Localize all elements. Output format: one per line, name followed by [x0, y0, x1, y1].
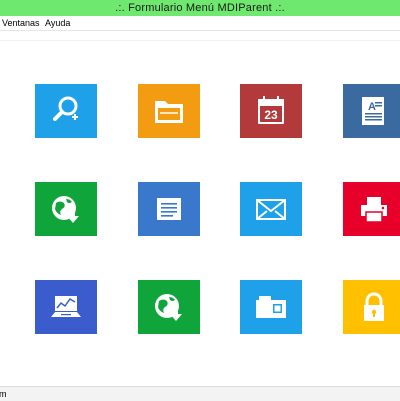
folder-tile[interactable]	[138, 84, 200, 138]
card-icon	[256, 296, 286, 318]
document-tile[interactable]: A	[343, 84, 400, 138]
laptop-chart-icon	[51, 296, 81, 317]
card-tile[interactable]	[240, 280, 302, 334]
menu-ventanas[interactable]: Ventanas	[2, 16, 40, 30]
status-bar: om	[0, 386, 400, 401]
menu-bar: Ventanas Ayuda	[0, 16, 400, 30]
menu-separator	[0, 30, 400, 31]
calendar-day: 23	[264, 108, 278, 122]
printer-tile[interactable]	[343, 182, 400, 236]
globe-download-tile[interactable]	[35, 182, 97, 236]
search-icon	[53, 96, 78, 121]
folder-icon	[155, 101, 183, 123]
svg-text:A: A	[368, 101, 376, 113]
mail-icon	[256, 199, 286, 220]
status-text: om	[0, 389, 7, 399]
laptop-chart-tile[interactable]	[35, 280, 97, 334]
document-icon: A	[362, 97, 384, 125]
search-tile[interactable]	[35, 84, 97, 138]
globe-download-icon	[52, 196, 79, 223]
mail-tile[interactable]	[240, 182, 302, 236]
menu-ayuda[interactable]: Ayuda	[45, 16, 70, 30]
lock-tile[interactable]	[343, 280, 400, 334]
calendar-icon: 23	[258, 96, 284, 124]
lock-icon	[364, 292, 384, 321]
window-title: .:. Formulario Menú MDIParent .:.	[0, 0, 400, 16]
toolbar-separator	[0, 40, 400, 41]
globe-download-tile-2[interactable]	[138, 280, 200, 334]
notes-tile[interactable]	[138, 182, 200, 236]
calendar-tile[interactable]: 23	[240, 84, 302, 138]
notes-icon	[157, 198, 181, 220]
globe-download-icon	[155, 294, 182, 321]
printer-icon	[361, 197, 387, 223]
